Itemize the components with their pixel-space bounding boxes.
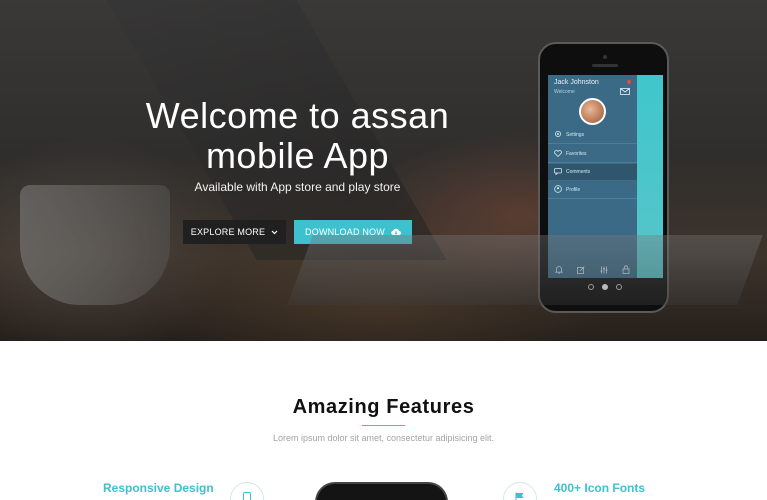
cloud-download-icon bbox=[391, 228, 401, 236]
avatar[interactable] bbox=[579, 98, 606, 125]
phone-mockup-secondary bbox=[315, 482, 448, 500]
carousel-dots bbox=[588, 284, 622, 290]
menu-item-comments[interactable]: Comments bbox=[548, 164, 637, 181]
user-icon bbox=[554, 185, 562, 195]
download-now-label: DOWNLOAD NOW bbox=[305, 227, 385, 237]
gear-icon bbox=[554, 130, 562, 140]
menu-item-label: Settings bbox=[566, 132, 585, 138]
bell-icon[interactable] bbox=[554, 261, 564, 278]
hero-section: Welcome to assan mobile App Available wi… bbox=[0, 0, 767, 341]
drawer-user-name: Jack Johnston bbox=[554, 79, 599, 86]
mobile-icon bbox=[230, 482, 264, 500]
explore-more-label: EXPLORE MORE bbox=[190, 227, 266, 237]
hero-title: Welcome to assan mobile App bbox=[110, 96, 485, 176]
menu-item-label: Favorites bbox=[566, 151, 587, 157]
explore-more-button[interactable]: EXPLORE MORE bbox=[183, 220, 286, 244]
app-drawer: Jack Johnston Welcome Settings Favorites… bbox=[548, 75, 637, 278]
carousel-dot-active[interactable] bbox=[602, 284, 608, 290]
drawer-greeting: Welcome bbox=[554, 89, 575, 95]
lock-icon[interactable] bbox=[622, 261, 630, 278]
sliders-icon[interactable] bbox=[600, 261, 608, 278]
menu-item-label: Profile bbox=[566, 187, 581, 193]
features-subtitle: Lorem ipsum dolor sit amet, consectetur … bbox=[272, 433, 495, 443]
phone-speaker bbox=[592, 64, 618, 67]
download-now-button[interactable]: DOWNLOAD NOW bbox=[294, 220, 412, 244]
menu-item-settings[interactable]: Settings bbox=[548, 127, 637, 144]
hero-title-line2: mobile App bbox=[205, 135, 390, 176]
menu-item-label: Comments bbox=[566, 169, 591, 175]
comment-icon bbox=[554, 167, 562, 177]
hero-subtitle: Available with App store and play store bbox=[194, 180, 401, 194]
title-divider bbox=[362, 425, 405, 426]
carousel-dot[interactable] bbox=[616, 284, 622, 290]
app-bottom-bar bbox=[548, 262, 637, 278]
feature-icon-fonts-title: 400+ Icon Fonts bbox=[554, 481, 646, 495]
notification-dot bbox=[627, 80, 631, 84]
hero-title-line1: Welcome to assan bbox=[145, 95, 450, 136]
features-title: Amazing Features bbox=[292, 396, 475, 418]
phone-camera bbox=[603, 55, 607, 59]
menu-item-profile[interactable]: Profile bbox=[548, 182, 637, 199]
phone-screen: Jack Johnston Welcome Settings Favorites… bbox=[548, 75, 663, 278]
mail-icon[interactable] bbox=[620, 82, 630, 100]
carousel-dot[interactable] bbox=[588, 284, 594, 290]
menu-item-favorites[interactable]: Favorites bbox=[548, 146, 637, 163]
flag-icon bbox=[503, 482, 537, 500]
chevron-down-icon bbox=[271, 230, 278, 235]
phone-mockup: Jack Johnston Welcome Settings Favorites… bbox=[538, 42, 669, 313]
heart-icon bbox=[554, 149, 562, 159]
feature-responsive-design-title: Responsive Design bbox=[103, 481, 214, 495]
edit-icon[interactable] bbox=[577, 261, 585, 278]
